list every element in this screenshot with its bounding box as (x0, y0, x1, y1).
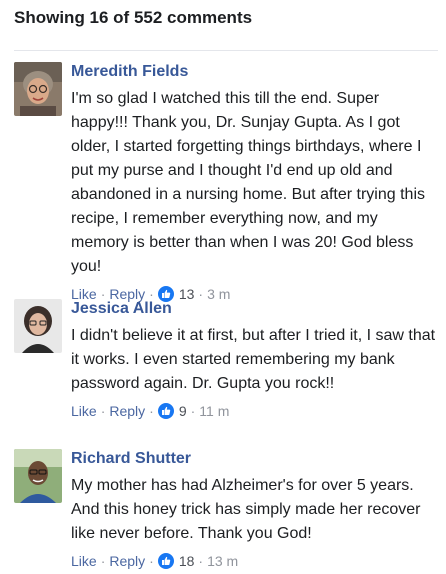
comment-actions: Like · Reply · 9 · 11 m (71, 402, 438, 420)
comments-count-heading: Showing 16 of 552 comments (14, 8, 253, 27)
avatar[interactable] (14, 299, 62, 353)
comment-timestamp: 11 m (199, 403, 230, 419)
comment-author-link[interactable]: Jessica Allen (71, 299, 172, 319)
like-button[interactable]: Like (71, 552, 97, 570)
thumbs-up-icon (157, 403, 174, 419)
reply-button[interactable]: Reply (109, 552, 145, 570)
divider (14, 50, 438, 51)
comment-timestamp: 13 m (207, 553, 239, 569)
comment-text: I didn't believe it at first, but after … (71, 327, 436, 392)
avatar[interactable] (14, 449, 62, 503)
separator-dot: · (100, 403, 106, 419)
reactions-badge[interactable]: 9 (157, 402, 187, 420)
comment-text: I'm so glad I watched this till the end.… (71, 90, 425, 275)
reply-button[interactable]: Reply (109, 402, 145, 420)
separator-dot: · (149, 403, 154, 419)
comment-author-link[interactable]: Meredith Fields (71, 62, 188, 82)
reaction-count: 9 (178, 403, 187, 419)
thumbs-up-icon (157, 553, 174, 569)
comment-author-link[interactable]: Richard Shutter (71, 449, 191, 469)
comment-actions: Like · Reply · 18 · 13 m (71, 552, 438, 570)
separator-dot: · (190, 403, 196, 419)
reaction-count: 18 (178, 553, 195, 569)
like-button[interactable]: Like (71, 402, 97, 420)
separator-dot: · (100, 553, 106, 569)
avatar[interactable] (14, 62, 62, 116)
comment-text: My mother has had Alzheimer's for over 5… (71, 477, 421, 542)
separator-dot: · (149, 553, 154, 569)
reactions-badge[interactable]: 18 (157, 552, 195, 570)
separator-dot: · (198, 553, 204, 569)
